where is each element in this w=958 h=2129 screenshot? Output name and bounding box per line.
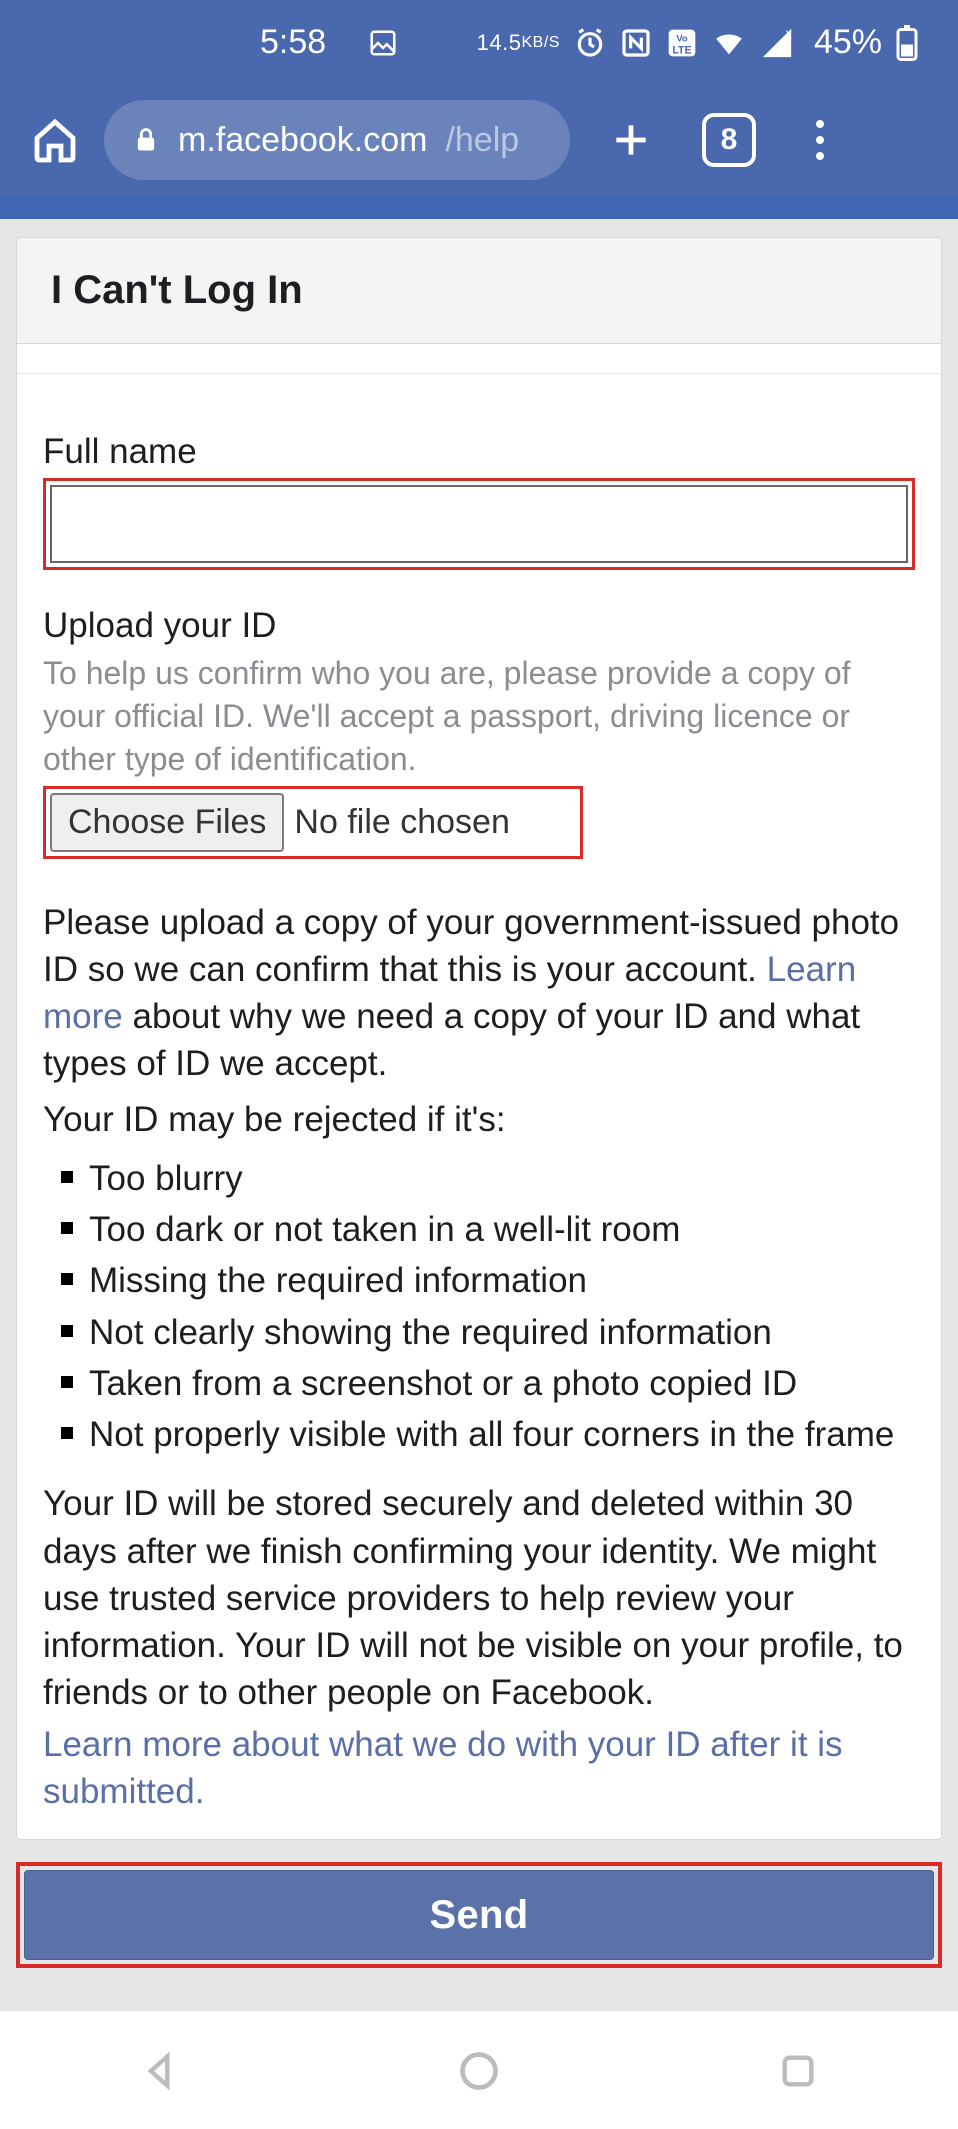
highlight-box: Choose Files No file chosen [43,786,583,859]
upload-field: Upload your ID To help us confirm who yo… [43,606,915,859]
clock: 5:58 [260,23,326,62]
list-item: Too blurry [61,1155,915,1202]
alarm-icon [574,27,606,59]
highlight-box: Send [16,1862,942,1968]
page-content: I Can't Log In Full name Upload your ID … [0,219,958,2129]
volte-icon: VoLTE [666,27,698,59]
battery-icon [896,25,918,61]
fullname-label: Full name [43,432,915,472]
file-status: No file chosen [294,803,509,842]
fb-header-bar [0,195,958,219]
overflow-menu-button[interactable] [800,113,840,167]
battery-percentage: 45% [814,23,882,62]
page-title: I Can't Log In [17,238,941,344]
reject-reasons-list: Too blurry Too dark or not taken in a we… [43,1155,915,1459]
list-item: Too dark or not taken in a well-lit room [61,1206,915,1253]
list-item: Taken from a screenshot or a photo copie… [61,1360,915,1407]
nfc-icon [620,27,652,59]
browser-chrome: 5:58 14.5 KB/S VoLTE x [0,0,958,195]
storage-paragraph: Your ID will be stored securely and dele… [43,1480,915,1716]
system-nav-bar [0,2011,958,2129]
upload-label: Upload your ID [43,606,915,646]
status-icons: 14.5 KB/S VoLTE x 45% [477,23,918,62]
help-form-card: I Can't Log In Full name Upload your ID … [16,237,942,1840]
svg-text:Vo: Vo [676,33,688,43]
lock-icon [132,126,160,154]
upload-instructions: Please upload a copy of your government-… [43,899,915,1088]
new-tab-button[interactable] [604,113,658,167]
learn-more-id-link[interactable]: Learn more about what we do with your ID… [43,1725,843,1811]
choose-files-button[interactable]: Choose Files [50,793,284,852]
reject-intro: Your ID may be rejected if it's: [43,1096,915,1143]
image-icon [368,28,398,58]
tab-switcher-button[interactable]: 8 [702,113,756,167]
status-bar: 5:58 14.5 KB/S VoLTE x [0,0,958,85]
list-item: Not clearly showing the required informa… [61,1309,915,1356]
back-button[interactable] [132,2043,188,2099]
url-path: /help [445,121,519,160]
url-host: m.facebook.com [178,121,427,160]
tab-count: 8 [721,123,738,157]
list-item: Missing the required information [61,1257,915,1304]
send-button[interactable]: Send [24,1870,934,1960]
recents-button[interactable] [770,2043,826,2099]
svg-text:x: x [785,26,792,40]
fullname-field: Full name [43,432,915,570]
list-item: Not properly visible with all four corne… [61,1411,915,1458]
home-nav-button[interactable] [451,2043,507,2099]
address-bar[interactable]: m.facebook.com/help [104,100,570,180]
highlight-box [43,478,915,570]
home-button[interactable] [28,113,82,167]
wifi-icon [712,26,746,60]
network-speed: 14.5 KB/S [477,32,560,54]
cellular-icon: x [760,26,794,60]
browser-toolbar: m.facebook.com/help 8 [0,85,958,195]
upload-description: To help us confirm who you are, please p… [43,652,915,782]
fullname-input[interactable] [50,485,908,563]
svg-text:LTE: LTE [672,44,691,56]
